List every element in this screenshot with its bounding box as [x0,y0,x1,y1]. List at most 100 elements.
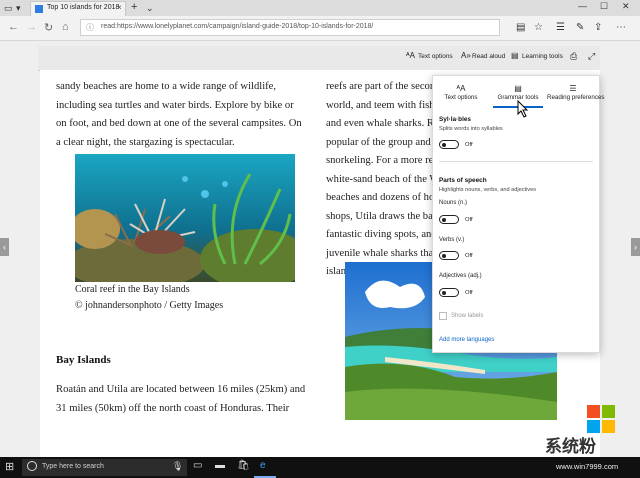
home-icon[interactable]: ⌂ [62,21,69,33]
text-options-icon: ᴬA [456,84,466,93]
syllables-title: Syl·la·bles [439,116,471,123]
windows-logo-watermark [587,405,615,433]
text-line: including sea turtles and water birds. E… [56,99,294,111]
minimize-icon[interactable]: — [578,1,587,11]
reading-view-icon[interactable]: ▤ [516,22,525,33]
toggle-state: Off [465,290,473,296]
reading-preferences-icon: ☰ [569,84,577,93]
maximize-icon[interactable]: ☐ [600,1,608,12]
active-tab[interactable]: Top 10 islands for 2018 × [30,1,126,16]
show-labels-checkbox[interactable] [439,312,447,320]
tab-preview-icon[interactable]: ▾ [16,3,21,14]
toggle-state: Off [465,217,473,223]
learning-tools-panel: ᴬA Text options ▤ Grammar tools ☰ Readin… [432,75,604,353]
text-line: 31 miles (50km) off the north coast of H… [56,402,290,414]
watermark-text: 系统粉 [545,437,596,456]
more-icon[interactable]: ⋯ [616,22,626,33]
learning-tools-icon: ▤ [511,51,519,60]
new-tab-icon[interactable]: + [131,1,137,13]
mouse-cursor-icon [517,100,529,118]
text-line: and even whale sharks. Ro [326,118,440,129]
article-paragraph-2: Roatán and Utila are located between 16 … [56,381,305,418]
tab-grammar-tools[interactable]: ▤ Grammar tools [493,84,543,101]
nouns-toggle[interactable] [439,215,459,224]
text-line: white-sand beach of the W [326,173,440,185]
read-aloud-button[interactable]: Read aloud [472,53,505,60]
syllables-description: Splits words into syllables [439,126,503,132]
web-note-icon[interactable]: ✎ [576,22,584,33]
tab-strip: ▭ ▾ Top 10 islands for 2018 × + ⌄ — ☐ ✕ [0,0,640,16]
parts-of-speech-title: Parts of speech [439,177,487,184]
nouns-label: Nouns (n.) [439,200,468,206]
next-page-arrow-icon[interactable]: › [631,238,640,256]
verbs-label: Verbs (v.) [439,237,465,243]
close-window-icon[interactable]: ✕ [622,1,630,12]
refresh-icon[interactable]: ↻ [44,21,53,34]
favorites-hub-icon[interactable]: ☰ [556,22,565,33]
text-line: shops, Utila draws the bac [326,210,438,222]
tab-text-options[interactable]: ᴬA Text options [441,84,481,101]
text-line: snorkeling. For a more rel [326,155,437,166]
caption-line: Coral reef in the Bay Islands [75,284,190,295]
learning-tools-button[interactable]: Learning tools [522,53,563,60]
task-view-icon[interactable]: ▭ [193,460,202,471]
text-line: sandy beaches are home to a wide range o… [56,81,277,92]
text-line: beaches and dozens of hot [326,192,438,203]
text-line: reefs are part of the secon [326,81,436,92]
address-text: read:https://www.lonelyplanet.com/campai… [101,23,374,30]
address-row: ← → ↻ ⌂ ⓘ read:https://www.lonelyplanet.… [0,16,640,41]
previous-page-arrow-icon[interactable]: ‹ [0,238,9,256]
add-more-languages-link[interactable]: Add more languages [439,337,494,343]
text-line: juvenile whale sharks that [326,247,437,259]
adjectives-toggle[interactable] [439,288,459,297]
search-placeholder: Type here to search [42,463,104,470]
read-aloud-icon: A» [461,51,471,60]
text-options-icon: ᴬA [406,51,415,60]
text-options-button[interactable]: Text options [418,53,453,60]
caption-credit: © johnandersonphoto / Getty Images [75,300,224,311]
text-line: popular of the group and i [326,136,437,148]
tab-reading-preferences[interactable]: ☰ Reading preferences [547,84,604,101]
toggle-state: Off [465,142,473,148]
image-caption: Coral reef in the Bay Islands © johnande… [75,282,223,314]
taskbar-search-box[interactable]: Type here to search 🎙 [22,459,187,476]
text-line: a clear night, the stargazing is spectac… [56,136,235,148]
text-line: Roatán and Utila are located between 16 … [56,384,306,395]
adjectives-label: Adjectives (adj.) [439,273,482,279]
tab-label: Reading preferences [547,94,605,101]
reading-toolbar: ᴬA Text options A» Read aloud ▤ Learning… [38,46,600,71]
print-icon[interactable]: ⎙ [570,51,577,62]
divider [439,161,593,162]
windows-start-icon[interactable]: ⊞ [5,460,14,473]
forward-icon[interactable]: → [26,21,37,33]
file-explorer-icon[interactable]: ▬ [215,460,225,471]
tab-title: Top 10 islands for 2018 [47,4,120,11]
site-favicon-icon [35,5,43,13]
section-heading: Bay Islands [56,354,111,366]
address-bar[interactable]: ⓘ read:https://www.lonelyplanet.com/camp… [80,19,500,36]
favorite-star-icon[interactable]: ☆ [534,22,543,33]
tab-actions-icon[interactable]: ▭ [4,3,13,14]
grammar-tools-icon: ▤ [514,84,522,93]
watermark-url: www.win7999.com [556,462,619,471]
cortana-icon [27,461,37,471]
back-icon[interactable]: ← [8,21,19,33]
tab-close-icon[interactable]: × [117,3,122,12]
coral-reef-image [75,154,295,282]
tab-list-icon[interactable]: ⌄ [146,3,154,14]
parts-of-speech-description: Highlights nouns, verbs, and adjectives [439,187,537,193]
edge-icon[interactable]: e [260,460,266,471]
text-line: on foot, and bed down at one of the seve… [56,118,302,129]
microphone-icon[interactable]: 🎙 [172,461,183,472]
toggle-state: Off [465,253,473,259]
fullscreen-icon[interactable]: ⤢ [588,51,595,62]
share-icon[interactable]: ⇪ [594,22,602,33]
verbs-toggle[interactable] [439,251,459,260]
info-icon[interactable]: ⓘ [86,22,94,33]
tab-label: Text options [444,94,478,101]
syllables-toggle[interactable] [439,140,459,149]
article-paragraph-right: reefs are part of the secon world, and t… [326,78,439,282]
text-line: fantastic diving spots, and [326,229,437,240]
show-labels-label: Show labels [451,313,484,319]
store-icon[interactable]: 🛍 [237,460,250,471]
